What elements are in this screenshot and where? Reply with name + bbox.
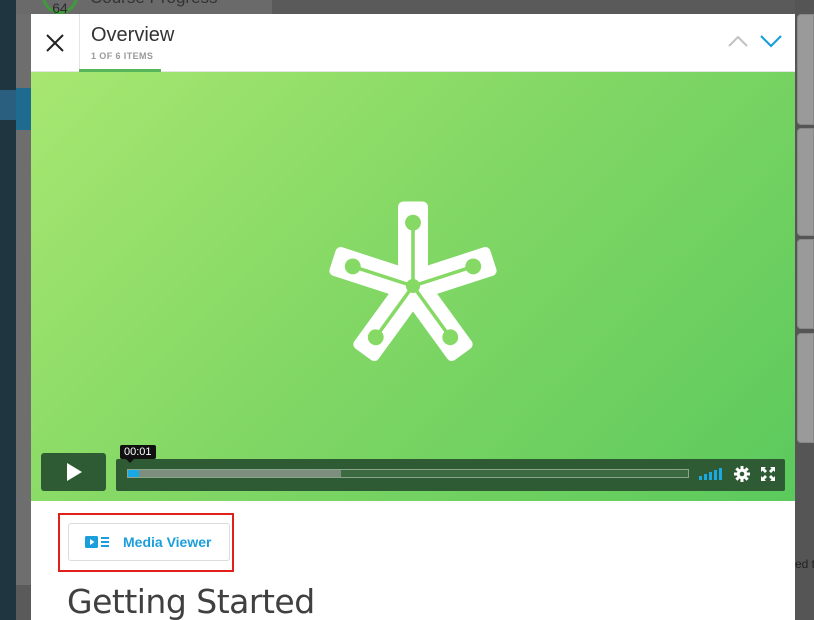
volume-icon[interactable]	[699, 468, 723, 480]
background-left-strip	[0, 0, 16, 620]
video-player[interactable]: 00:01	[31, 72, 795, 501]
logo-icon	[329, 201, 497, 362]
background-card	[797, 128, 814, 236]
media-modal: Overview 1 OF 6 ITEMS 00:01 Media Viewer…	[31, 14, 795, 620]
fullscreen-icon[interactable]	[761, 467, 775, 481]
gear-icon[interactable]	[734, 466, 750, 482]
media-viewer-icon	[85, 536, 109, 548]
course-title-fragment: Course Progress	[90, 0, 218, 8]
background-card	[797, 239, 814, 329]
progress-track[interactable]	[127, 469, 689, 478]
chevron-down-icon[interactable]	[759, 32, 783, 50]
item-counter: 1 OF 6 ITEMS	[91, 51, 154, 61]
play-icon	[66, 463, 82, 481]
course-score-circle: 64	[42, 0, 78, 14]
close-button[interactable]	[31, 14, 80, 71]
close-icon	[46, 33, 64, 52]
chevron-up-icon[interactable]	[727, 32, 749, 50]
player-controls: 00:01	[41, 445, 785, 491]
control-bar	[116, 459, 785, 491]
modal-header: Overview 1 OF 6 ITEMS	[31, 14, 795, 72]
media-viewer-highlight: Media Viewer	[58, 513, 234, 572]
modal-title: Overview	[91, 24, 175, 46]
background-card	[797, 14, 814, 125]
media-viewer-button[interactable]: Media Viewer	[68, 523, 230, 561]
background-text-fragment: ed t	[795, 557, 814, 571]
section-title: Getting Started	[67, 582, 315, 620]
background-card	[797, 333, 814, 443]
background-course-header: 64 Course Progress	[16, 0, 272, 14]
buffered-bar	[128, 470, 341, 477]
played-bar	[128, 470, 140, 477]
media-viewer-label: Media Viewer	[123, 534, 212, 550]
play-button[interactable]	[41, 453, 106, 491]
time-tooltip: 00:01	[120, 445, 156, 463]
